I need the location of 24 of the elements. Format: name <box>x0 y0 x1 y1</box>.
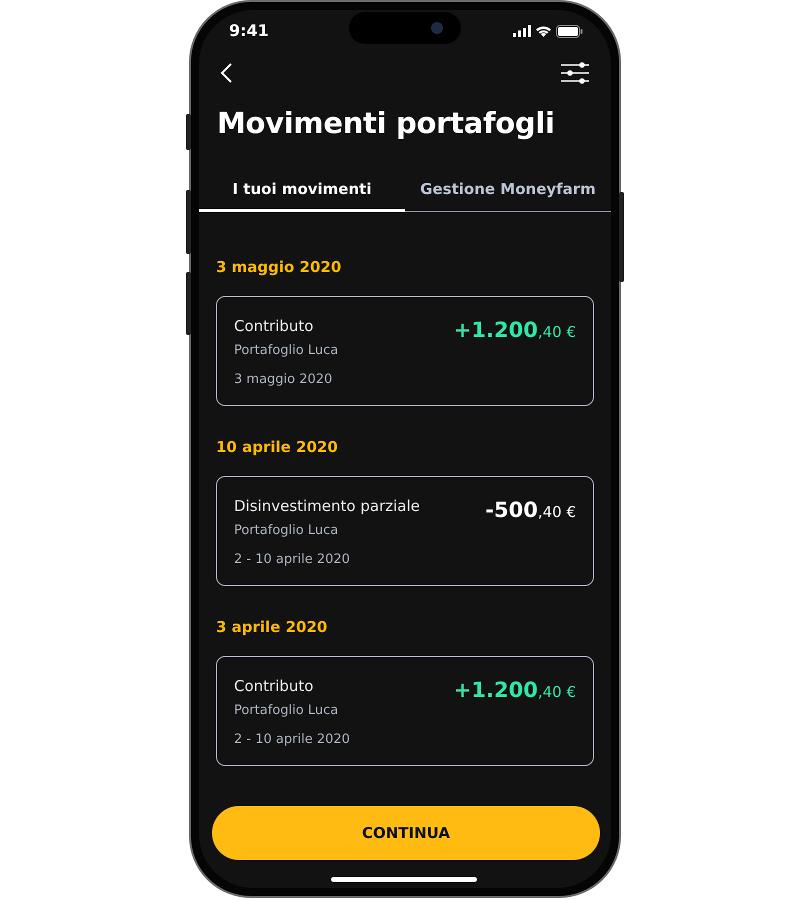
movement-date: 2 - 10 aprile 2020 <box>234 730 350 748</box>
movement-date: 2 - 10 aprile 2020 <box>234 550 351 568</box>
portfolio-name: Portafoglio Luca <box>234 702 340 720</box>
date-heading: 3 maggio 2020 <box>216 257 342 278</box>
continue-button[interactable]: CONTINUA <box>212 806 600 860</box>
portfolio-name: Portafoglio Luca <box>234 342 338 360</box>
battery-icon <box>556 24 583 38</box>
movement-date: 3 maggio 2020 <box>234 370 334 388</box>
movement-title: Contributo <box>234 316 314 336</box>
portfolio-name: Portafoglio Luca <box>234 522 340 540</box>
page-title: Movimenti portafogli <box>216 105 556 142</box>
date-heading: 10 aprile 2020 <box>216 437 339 458</box>
filter-button[interactable] <box>561 60 589 84</box>
movement-title: Disinvestimento parziale <box>234 496 420 516</box>
tab[interactable]: I tuoi movimenti <box>199 178 405 212</box>
movement-title: Contributo <box>234 676 314 696</box>
date-heading: 3 aprile 2020 <box>216 617 328 638</box>
signal-icon <box>513 25 531 37</box>
amount: +1.200,40 € <box>454 676 576 704</box>
amount: +1.200,40 € <box>454 316 576 344</box>
wifi-icon <box>535 25 552 37</box>
status-time: 9:41 <box>229 20 269 42</box>
amount: -500,40 € <box>485 496 576 524</box>
tab[interactable]: Gestione Moneyfarm <box>405 178 611 212</box>
